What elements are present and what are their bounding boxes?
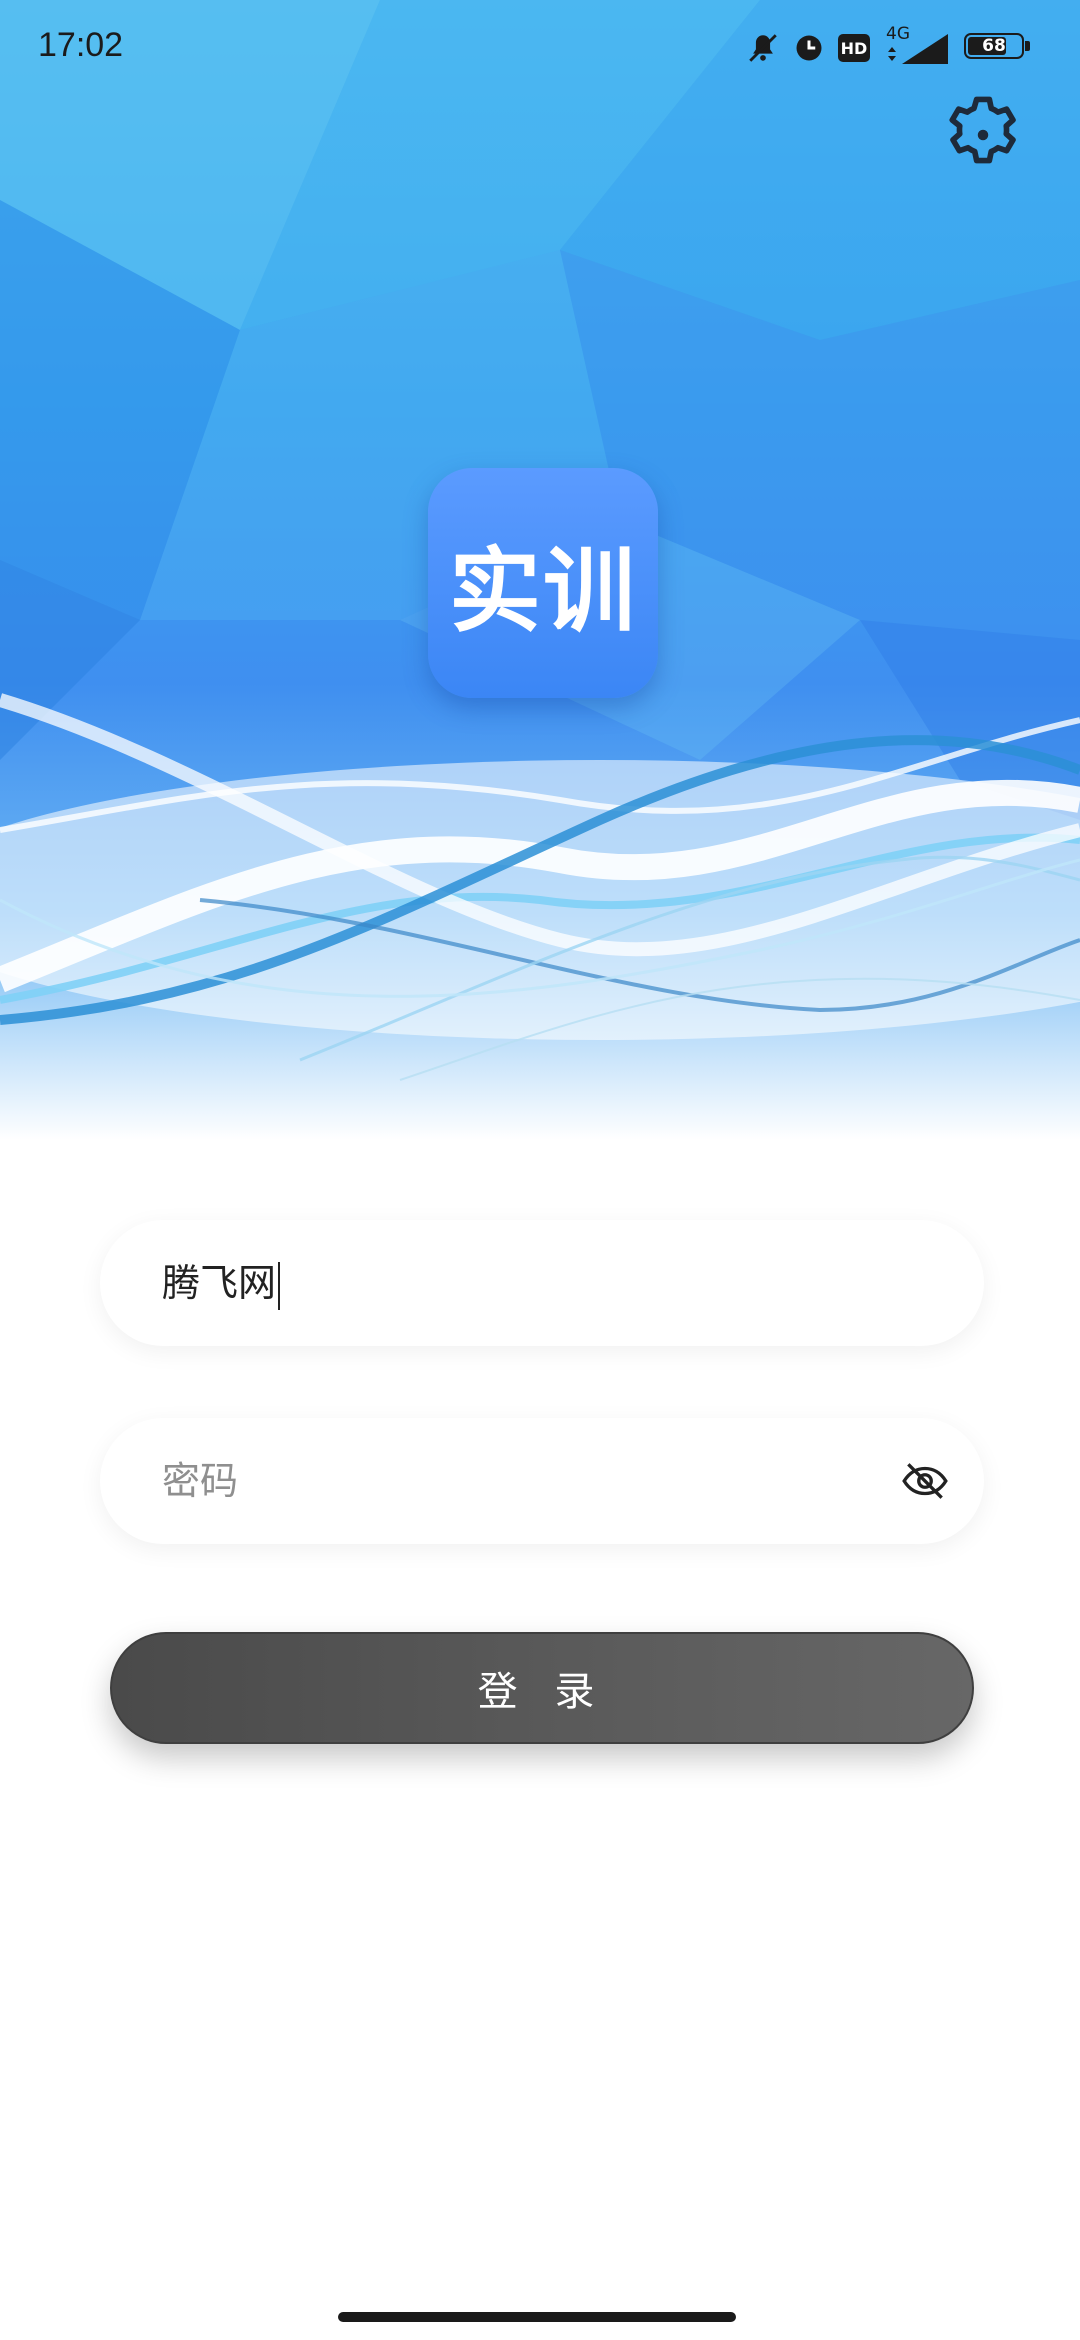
- eye-off-icon: [902, 1463, 948, 1499]
- username-value: 腾飞网: [162, 1261, 277, 1305]
- mute-icon: [749, 34, 777, 62]
- username-text-wrap: 腾飞网: [162, 1220, 281, 1346]
- app-logo: 实训: [428, 468, 658, 698]
- settings-button[interactable]: [938, 90, 1028, 180]
- alarm-icon: [796, 35, 822, 61]
- gear-icon: [949, 96, 1016, 164]
- hd-label: HD: [840, 38, 868, 58]
- text-cursor: [278, 1261, 281, 1310]
- login-button-label: 登 录: [477, 1669, 607, 1715]
- app-logo-text: 实训: [448, 537, 637, 645]
- status-time: 17:02: [38, 26, 124, 64]
- status-bar: 17:02 HD 4G 68: [0, 0, 1080, 96]
- username-field[interactable]: 腾飞网: [100, 1220, 984, 1346]
- password-field[interactable]: 密码: [100, 1418, 984, 1544]
- home-indicator[interactable]: [338, 2312, 736, 2322]
- password-placeholder: 密码: [162, 1459, 239, 1503]
- battery-icon: 68: [964, 33, 1032, 63]
- signal-icon: 4G: [884, 24, 950, 66]
- login-button[interactable]: 登 录: [110, 1632, 974, 1744]
- status-icons: HD 4G 68: [746, 24, 1032, 68]
- battery-level: 68: [982, 36, 1006, 56]
- password-visibility-toggle[interactable]: [900, 1456, 950, 1506]
- hd-icon: HD: [838, 34, 870, 62]
